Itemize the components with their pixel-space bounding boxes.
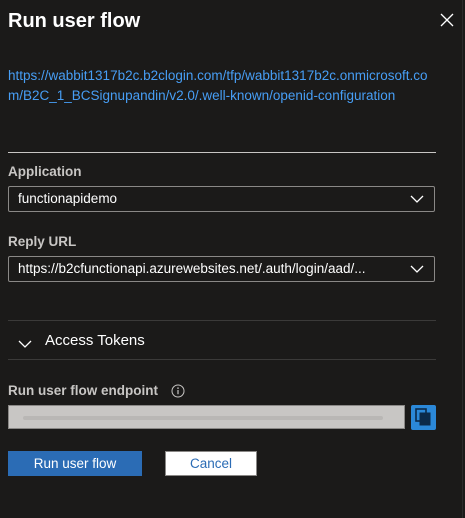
- reply-url-dropdown[interactable]: https://b2cfunctionapi.azurewebsites.net…: [8, 256, 435, 282]
- close-icon[interactable]: [438, 11, 456, 29]
- chevron-down-icon: [410, 193, 424, 205]
- accordion-bottom-divider: [8, 359, 436, 360]
- run-user-flow-panel: Run user flow https://wabbit1317b2c.b2cl…: [0, 0, 463, 518]
- url-divider: [8, 152, 436, 153]
- access-tokens-accordion[interactable]: Access Tokens: [8, 328, 436, 356]
- metadata-url-link[interactable]: https://wabbit1317b2c.b2clogin.com/tfp/w…: [8, 66, 438, 105]
- info-icon[interactable]: [171, 384, 185, 398]
- run-user-flow-button[interactable]: Run user flow: [8, 451, 142, 476]
- endpoint-label: Run user flow endpoint: [8, 383, 158, 398]
- chevron-down-icon: [18, 336, 32, 348]
- copy-button[interactable]: [411, 405, 436, 430]
- application-label: Application: [8, 164, 82, 179]
- endpoint-field[interactable]: [8, 405, 405, 429]
- application-value: functionapidemo: [18, 191, 118, 206]
- accordion-top-divider: [8, 320, 436, 321]
- panel-title: Run user flow: [8, 10, 141, 32]
- reply-url-label: Reply URL: [8, 234, 77, 249]
- chevron-down-icon: [410, 263, 424, 275]
- cancel-button[interactable]: Cancel: [165, 451, 257, 476]
- reply-url-value: https://b2cfunctionapi.azurewebsites.net…: [18, 261, 366, 276]
- application-dropdown[interactable]: functionapidemo: [8, 186, 435, 212]
- access-tokens-label: Access Tokens: [45, 332, 145, 349]
- redacted-endpoint: [23, 416, 383, 420]
